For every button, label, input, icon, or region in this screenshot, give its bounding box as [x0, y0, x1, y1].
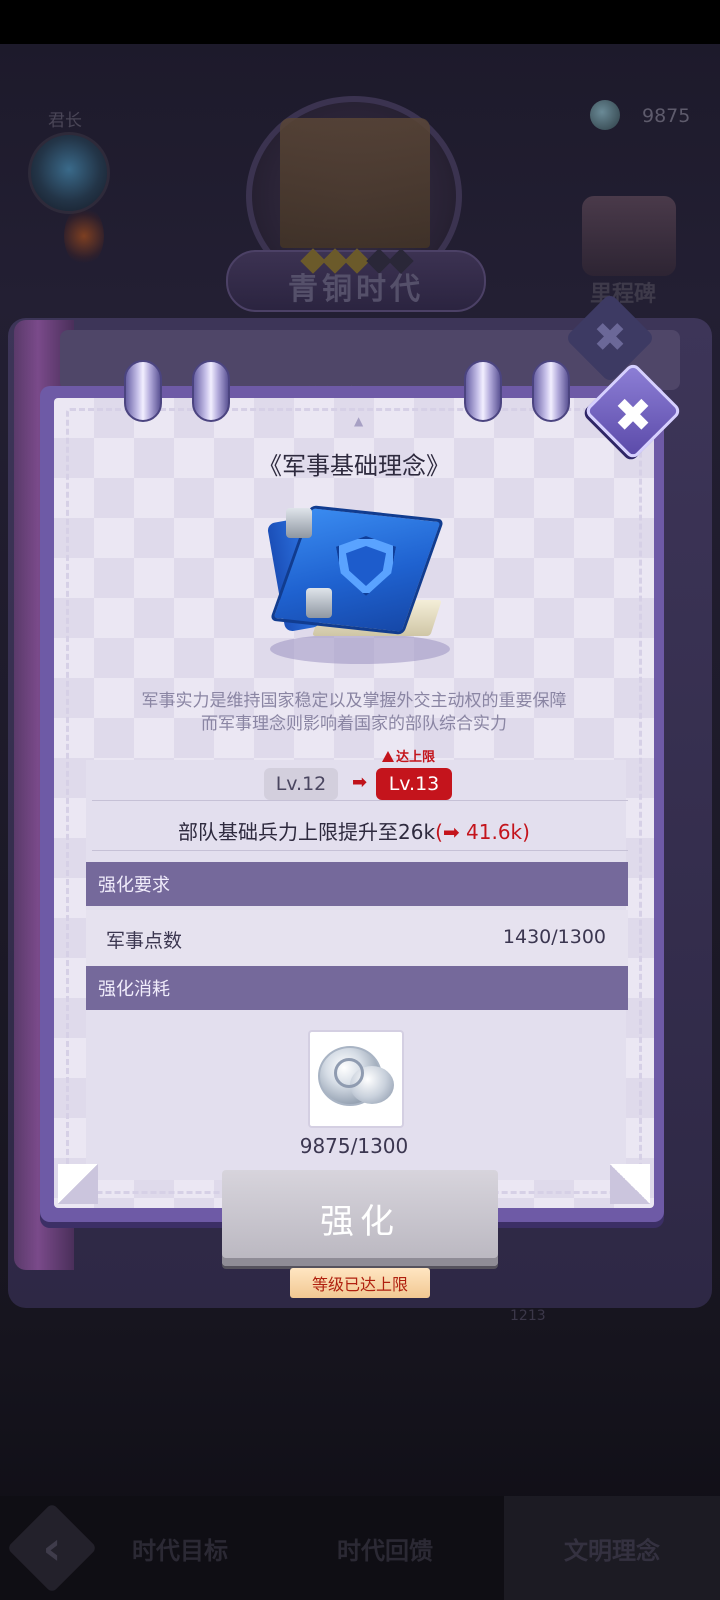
coin-balance: 9875 [642, 105, 691, 127]
binder-ring [124, 360, 162, 422]
boost-open-paren: ( [435, 820, 443, 844]
boost-arrow-icon: ➡ [442, 820, 460, 844]
binder-ring [192, 360, 230, 422]
requirement-label: 军事点数 [106, 930, 183, 952]
binder-ring [532, 360, 570, 422]
book-corner [306, 588, 332, 618]
back-button[interactable]: ‹ [0, 1496, 104, 1600]
boost-new-value: 41.6k [466, 820, 523, 844]
max-level-note: 等级已达上限 [290, 1268, 430, 1298]
binder-ring [464, 360, 502, 422]
upgrade-button[interactable]: 强化 [222, 1170, 498, 1266]
level-arrow-icon: ➡ [352, 772, 368, 793]
coin-icon [590, 100, 620, 130]
divider [92, 800, 628, 801]
close-icon: ✖ [613, 388, 653, 443]
warning-icon [382, 751, 394, 762]
era-name: 青铜时代 [288, 272, 424, 307]
maxed-flag: 达上限 [382, 746, 435, 765]
coin-emblem [334, 1058, 364, 1088]
background-counter: 1213 [510, 1308, 546, 1324]
cost-header: 强化消耗 [86, 966, 628, 1010]
requirement-value: 1430/1300 [502, 926, 606, 948]
castle-icon [280, 118, 430, 248]
tab-era-reward[interactable]: 时代回馈 [300, 1496, 470, 1600]
boost-text: 部队基础兵力上限提升至26k [178, 820, 436, 844]
maxed-flag-label: 达上限 [396, 750, 436, 765]
cost-value: 9875/1300 [299, 1134, 409, 1158]
description-line-1: 军事实力是维持国家稳定以及掌握外交主动权的重要保障 [141, 691, 567, 711]
tab-civilization-concept[interactable]: 文明理念 [504, 1496, 720, 1600]
current-level-badge: Lv.12 [264, 768, 338, 800]
boost-close-paren: ) [522, 820, 530, 844]
requirement-row: 军事点数 1430/1300 [86, 910, 628, 966]
page-fold-left [58, 1164, 98, 1204]
next-level-badge: Lv.13 [376, 768, 452, 800]
description-line-2: 而军事理念则影响着国家的部队综合实力 [201, 714, 507, 734]
level-row: Lv.12 ➡ Lv.13 [54, 764, 654, 800]
chief-label: 君长 [48, 111, 82, 131]
divider [92, 850, 628, 851]
tab-era-goal[interactable]: 时代目标 [104, 1496, 256, 1600]
chief-avatar[interactable] [28, 132, 110, 214]
page-fold-right [610, 1164, 650, 1204]
chevron-left-icon: ‹ [42, 1521, 62, 1575]
dialog-title: 《军事基础理念》 [258, 452, 450, 480]
book-corner [286, 508, 312, 538]
torch-decoration [64, 206, 104, 266]
boost-description: 部队基础兵力上限提升至26k(➡ 41.6k) [54, 816, 654, 845]
milestone-book-icon[interactable] [582, 196, 676, 276]
book-icon-shadow [270, 634, 450, 664]
description: 军事实力是维持国家稳定以及掌握外交主动权的重要保障 而军事理念则影响着国家的部队… [54, 690, 654, 736]
title-caret-icon: ▲ [354, 414, 364, 428]
requirement-header: 强化要求 [86, 862, 628, 906]
status-bar [0, 0, 720, 44]
